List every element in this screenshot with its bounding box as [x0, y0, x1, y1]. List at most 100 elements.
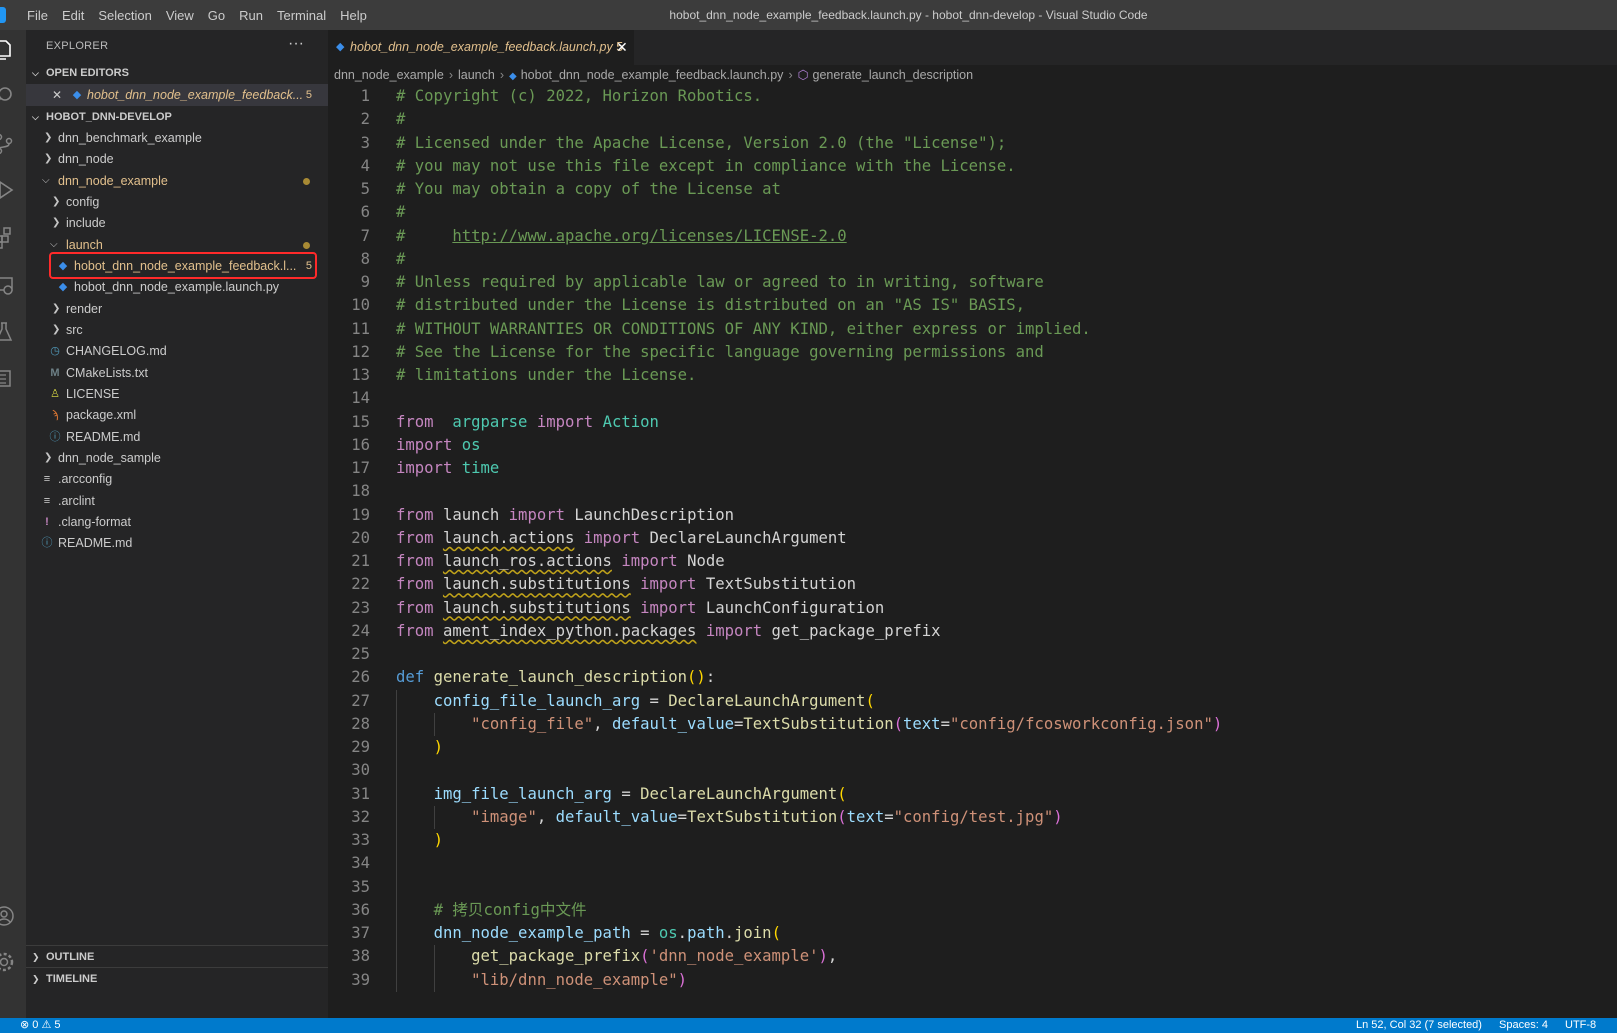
code-line[interactable]: # http://www.apache.org/licenses/LICENSE…	[396, 225, 847, 248]
close-tab-icon[interactable]: ✕	[616, 30, 628, 65]
settings-gear-icon[interactable]	[0, 948, 26, 976]
tree-folder[interactable]: ⌵ dnn_node_example	[26, 170, 328, 192]
tree-file[interactable]: ⓘ README.md	[26, 532, 328, 554]
tree-file[interactable]: ⓘ README.md	[26, 426, 328, 448]
code-line[interactable]: "image", default_value=TextSubstitution(…	[396, 806, 1063, 829]
menu-selection[interactable]: Selection	[91, 8, 158, 23]
symbol-method-icon: ⬡	[797, 68, 809, 82]
code-line[interactable]: # 拷贝config中文件	[396, 899, 587, 922]
code-line[interactable]: from argparse import Action	[396, 411, 659, 434]
tree-folder[interactable]: ❯ render	[26, 298, 328, 320]
tree-folder[interactable]: ❯ include	[26, 212, 328, 234]
breadcrumb-item[interactable]: launch	[458, 68, 495, 82]
code-line[interactable]: # Copyright (c) 2022, Horizon Robotics.	[396, 85, 762, 108]
open-editors-header[interactable]: ⌵ OPEN EDITORS	[26, 62, 328, 84]
tree-file[interactable]: ◆ hobot_dnn_node_example.launch.py	[26, 276, 328, 298]
tree-folder[interactable]: ❯ dnn_node	[26, 148, 328, 170]
tree-file[interactable]: ≡ .arcconfig	[26, 468, 328, 490]
outline-header[interactable]: ❯ OUTLINE	[26, 945, 328, 968]
timeline-header[interactable]: ❯ TIMELINE	[26, 967, 328, 990]
workspace-header[interactable]: ⌵ HOBOT_DNN-DEVELOP	[26, 106, 328, 128]
code-line[interactable]: )	[396, 736, 443, 759]
tree-folder[interactable]: ❯ config	[26, 191, 328, 213]
docker-icon[interactable]	[0, 364, 26, 392]
line-number: 25	[351, 645, 370, 663]
code-line[interactable]: "config_file", default_value=TextSubstit…	[396, 713, 1222, 736]
close-icon[interactable]: ✕	[52, 84, 62, 106]
breadcrumb-item[interactable]: generate_launch_description	[813, 68, 974, 82]
code-line[interactable]: from launch_ros.actions import Node	[396, 550, 725, 573]
problems-indicator[interactable]: ⊗ 0 ⚠ 5	[20, 1018, 60, 1033]
code-line[interactable]: #	[396, 201, 405, 224]
line-number: 18	[351, 482, 370, 501]
code-line[interactable]: # Licensed under the Apache License, Ver…	[396, 132, 1006, 155]
code-line[interactable]: #	[396, 108, 405, 131]
menu-go[interactable]: Go	[201, 8, 232, 23]
indentation[interactable]: Spaces: 4	[1499, 1019, 1548, 1031]
line-number: 12	[351, 342, 370, 361]
account-icon[interactable]	[0, 902, 26, 930]
code-line[interactable]: # distributed under the License is distr…	[396, 294, 1025, 317]
run-debug-icon[interactable]	[0, 176, 26, 204]
tree-file[interactable]: ≡ .arclint	[26, 490, 328, 512]
code-line[interactable]: # You may obtain a copy of the License a…	[396, 178, 781, 201]
menu-edit[interactable]: Edit	[55, 8, 91, 23]
code-line[interactable]: # limitations under the License.	[396, 364, 696, 387]
menu-view[interactable]: View	[159, 8, 201, 23]
code-line[interactable]: import time	[396, 457, 499, 480]
tree-file[interactable]: ♙ LICENSE	[26, 383, 328, 405]
indent-guide	[434, 712, 435, 736]
breadcrumb-item[interactable]: dnn_node_example	[334, 68, 444, 82]
code-line[interactable]: #	[396, 248, 405, 271]
code-line[interactable]: from launch.actions import DeclareLaunch…	[396, 527, 847, 550]
breadcrumb-item[interactable]: hobot_dnn_node_example_feedback.launch.p…	[521, 68, 784, 82]
code-line[interactable]: "lib/dnn_node_example")	[396, 969, 687, 992]
search-icon[interactable]	[0, 82, 26, 110]
code-line[interactable]: # you may not use this file except in co…	[396, 155, 1016, 178]
menu-run[interactable]: Run	[232, 8, 270, 23]
menu-help[interactable]: Help	[333, 8, 374, 23]
code-line[interactable]: # WITHOUT WARRANTIES OR CONDITIONS OF AN…	[396, 318, 1091, 341]
encoding[interactable]: UTF-8	[1565, 1019, 1596, 1031]
more-actions-icon[interactable]: ···	[288, 35, 304, 53]
source-control-icon[interactable]	[0, 130, 26, 158]
code-editor[interactable]: 1 # Copyright (c) 2022, Horizon Robotics.…	[328, 85, 1617, 998]
cursor-position[interactable]: Ln 52, Col 32 (7 selected)	[1356, 1019, 1482, 1031]
line-number: 1	[360, 87, 370, 105]
tree-file[interactable]: ϡ package.xml	[26, 404, 328, 426]
code-line[interactable]: from launch import LaunchDescription	[396, 504, 734, 527]
extensions-icon[interactable]	[0, 224, 26, 252]
tree-file[interactable]: ! .clang-format	[26, 511, 328, 533]
code-line[interactable]: dnn_node_example_path = os.path.join(	[396, 922, 781, 945]
line-number: 33	[351, 831, 370, 849]
code-line[interactable]: img_file_launch_arg = DeclareLaunchArgum…	[396, 783, 847, 806]
python-file-icon: ◆	[336, 41, 345, 53]
code-line[interactable]: from launch.substitutions import LaunchC…	[396, 597, 884, 620]
explorer-icon[interactable]	[0, 36, 26, 64]
tree-folder[interactable]: ❯ dnn_benchmark_example	[26, 127, 328, 149]
code-line[interactable]: )	[396, 829, 443, 852]
tree-folder[interactable]: ❯ dnn_node_sample	[26, 447, 328, 469]
code-line[interactable]: def generate_launch_description():	[396, 666, 715, 689]
line-number: 26	[351, 668, 370, 687]
testing-icon[interactable]	[0, 318, 26, 346]
code-line[interactable]: import os	[396, 434, 481, 457]
tree-file[interactable]: M CMakeLists.txt	[26, 362, 328, 384]
open-editor-item[interactable]: ✕ ◆ hobot_dnn_node_example_feedback... 5	[26, 84, 328, 106]
code-line[interactable]: config_file_launch_arg = DeclareLaunchAr…	[396, 690, 875, 713]
editor-tab[interactable]: ◆ hobot_dnn_node_example_feedback.launch…	[328, 30, 634, 65]
chevron-right-icon: ›	[448, 68, 453, 82]
code-line[interactable]: from ament_index_python.packages import …	[396, 620, 941, 643]
code-line[interactable]: # Unless required by applicable law or a…	[396, 271, 1044, 294]
menu-terminal[interactable]: Terminal	[270, 8, 333, 23]
code-line[interactable]: # See the License for the specific langu…	[396, 341, 1044, 364]
tree-folder[interactable]: ❯ src	[26, 319, 328, 341]
menu-file[interactable]: File	[20, 8, 55, 23]
code-line[interactable]: from launch.substitutions import TextSub…	[396, 573, 856, 596]
tree-file[interactable]: ◷ CHANGELOG.md	[26, 340, 328, 362]
remote-explorer-icon[interactable]	[0, 272, 26, 300]
line-number: 7	[360, 226, 370, 245]
editor-tab-bar: ◆ hobot_dnn_node_example_feedback.launch…	[328, 30, 1617, 65]
code-line[interactable]: get_package_prefix('dnn_node_example'),	[396, 945, 837, 968]
line-number: 9	[360, 273, 370, 291]
